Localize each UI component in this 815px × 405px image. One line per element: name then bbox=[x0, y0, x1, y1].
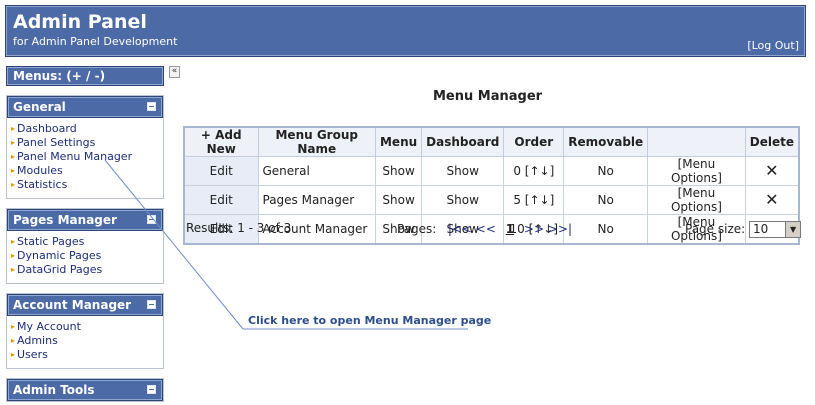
callout-hint[interactable]: Click here to open Menu Manager page bbox=[248, 314, 491, 327]
callout-line bbox=[104, 159, 468, 330]
